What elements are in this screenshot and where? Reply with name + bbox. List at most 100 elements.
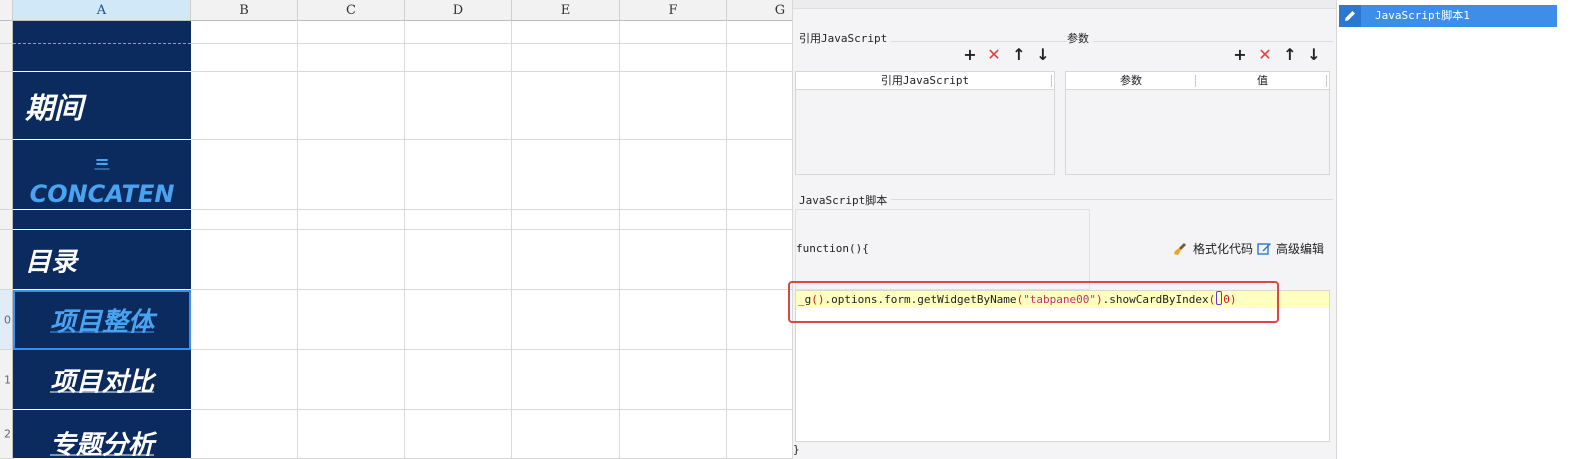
grid-cell[interactable] <box>405 350 512 410</box>
grid-cell[interactable] <box>298 290 405 350</box>
grid-cell[interactable] <box>191 350 298 410</box>
param-column-label: 参数 <box>1120 74 1142 87</box>
grid-cell[interactable] <box>405 410 512 459</box>
grid-cell[interactable] <box>727 210 792 230</box>
grid-cell[interactable] <box>191 72 298 140</box>
row-header[interactable] <box>0 72 13 140</box>
grid-cell[interactable] <box>191 210 298 230</box>
ref-js-move-down-button[interactable]: ↓ <box>1036 47 1050 63</box>
grid-cell[interactable] <box>298 140 405 210</box>
cell-a[interactable] <box>13 210 191 230</box>
grid-cell[interactable] <box>727 290 792 350</box>
grid-cell[interactable] <box>298 44 405 72</box>
grid-cell[interactable] <box>405 140 512 210</box>
grid-cell[interactable] <box>727 72 792 140</box>
script-list-item[interactable]: JavaScript脚本1 <box>1339 5 1557 27</box>
grid-cell[interactable] <box>512 72 620 140</box>
grid-cell[interactable] <box>298 350 405 410</box>
grid-cell[interactable] <box>405 290 512 350</box>
grid-cell[interactable] <box>512 44 620 72</box>
params-delete-button[interactable]: ✕ <box>1258 47 1272 63</box>
format-code-button[interactable]: 格式化代码 <box>1173 240 1253 257</box>
cell-a-project-overall[interactable]: 项目整体 <box>13 290 191 350</box>
sheet-corner[interactable] <box>0 0 13 21</box>
cell-a[interactable] <box>13 44 191 72</box>
grid-cell[interactable] <box>620 210 727 230</box>
advanced-edit-button[interactable]: 高级编辑 <box>1257 240 1324 257</box>
row-header[interactable]: 1 <box>0 350 13 410</box>
row-header[interactable] <box>0 140 13 210</box>
row-header[interactable] <box>0 21 13 44</box>
grid-cell[interactable] <box>298 21 405 44</box>
column-header-f[interactable]: F <box>620 0 727 21</box>
grid-cell[interactable] <box>620 290 727 350</box>
column-header-c[interactable]: C <box>298 0 405 21</box>
grid-cell[interactable] <box>512 21 620 44</box>
grid-cell[interactable] <box>512 410 620 459</box>
spreadsheet[interactable]: A B C D E F G 0 1 2 期间 = CONCATEN 目录 项目整… <box>0 0 792 459</box>
column-header-a[interactable]: A <box>13 0 191 21</box>
params-add-button[interactable]: + <box>1233 47 1247 63</box>
grid-cell[interactable] <box>298 72 405 140</box>
ref-js-delete-button[interactable]: ✕ <box>987 47 1001 63</box>
grid-cell[interactable] <box>405 230 512 290</box>
grid-cell[interactable] <box>512 290 620 350</box>
grid-cell[interactable] <box>727 230 792 290</box>
grid-cell[interactable] <box>727 410 792 459</box>
grid-cell[interactable] <box>512 350 620 410</box>
ref-js-column-label: 引用JavaScript <box>880 74 970 87</box>
grid-cell[interactable] <box>620 350 727 410</box>
ref-js-table[interactable]: 引用JavaScript <box>795 71 1055 175</box>
ref-js-move-up-button[interactable]: ↑ <box>1012 47 1026 63</box>
grid-cell[interactable] <box>298 230 405 290</box>
ref-js-add-button[interactable]: + <box>963 47 977 63</box>
grid-cell[interactable] <box>405 44 512 72</box>
cell-a[interactable] <box>13 21 191 44</box>
grid-cell[interactable] <box>620 410 727 459</box>
cell-a-topic-analysis[interactable]: 专题分析 <box>13 410 191 459</box>
cell-a-catalog[interactable]: 目录 <box>13 230 191 290</box>
cell-a-concatenate[interactable]: = CONCATEN <box>13 140 191 210</box>
grid-cell[interactable] <box>405 210 512 230</box>
row-header-selected[interactable]: 0 <box>0 290 13 350</box>
grid-cell[interactable] <box>298 410 405 459</box>
grid-cell[interactable] <box>727 140 792 210</box>
grid-cell[interactable] <box>298 210 405 230</box>
column-divider <box>1051 75 1052 87</box>
grid-cell[interactable] <box>727 44 792 72</box>
grid-cell[interactable] <box>191 140 298 210</box>
grid-cell[interactable] <box>512 210 620 230</box>
grid-cell[interactable] <box>727 21 792 44</box>
column-header-d[interactable]: D <box>405 0 512 21</box>
grid-cell[interactable] <box>191 290 298 350</box>
grid-cell[interactable] <box>191 44 298 72</box>
grid-cell[interactable] <box>620 230 727 290</box>
cell-a-project-compare[interactable]: 项目对比 <box>13 350 191 410</box>
row-header[interactable] <box>0 210 13 230</box>
row-header[interactable] <box>0 230 13 290</box>
grid-cell[interactable] <box>727 350 792 410</box>
row-header[interactable]: 2 <box>0 410 13 459</box>
pencil-icon[interactable] <box>1339 5 1361 27</box>
params-move-up-button[interactable]: ↑ <box>1283 47 1297 63</box>
grid-cell[interactable] <box>191 410 298 459</box>
params-table[interactable]: 参数 值 <box>1065 71 1330 175</box>
column-header-b[interactable]: B <box>191 0 298 21</box>
column-header-e[interactable]: E <box>512 0 620 21</box>
params-move-down-button[interactable]: ↓ <box>1307 47 1321 63</box>
grid-cell[interactable] <box>620 44 727 72</box>
grid-cell[interactable] <box>191 21 298 44</box>
grid-cell[interactable] <box>620 21 727 44</box>
grid-cell[interactable] <box>405 72 512 140</box>
grid-cell[interactable] <box>512 230 620 290</box>
grid-cell[interactable] <box>512 140 620 210</box>
cell-a-period[interactable]: 期间 <box>13 72 191 140</box>
grid-cell[interactable] <box>191 230 298 290</box>
column-header-g[interactable]: G <box>727 0 792 21</box>
script-label: JavaScript脚本 <box>799 192 892 208</box>
row-header[interactable] <box>0 44 13 72</box>
grid-cell[interactable] <box>405 21 512 44</box>
grid-cell[interactable] <box>620 72 727 140</box>
grid-cell[interactable] <box>620 140 727 210</box>
cell-text: = <box>94 151 110 173</box>
